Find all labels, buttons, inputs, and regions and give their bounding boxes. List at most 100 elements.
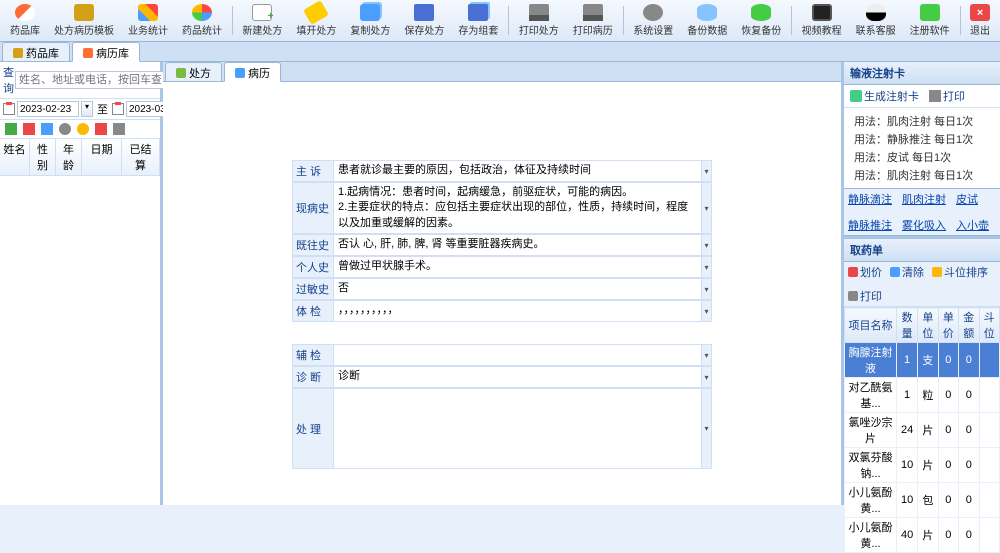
tool-restore[interactable]: 恢复备份 <box>735 2 787 39</box>
field-past-value[interactable]: 否认 心, 肝, 肺, 脾, 肾 等重要脏器疾病史。 <box>334 234 702 255</box>
search-input[interactable] <box>15 71 165 89</box>
main-toolbar: 药品库处方病历模板业务统计药品统计新建处方填开处方复制处方保存处方存为组套打印处… <box>0 0 1000 42</box>
usage-line: 用法：皮试 每日1次 <box>848 148 996 166</box>
order-row[interactable]: 对乙酰氨基...1粒00 <box>845 378 1000 413</box>
search-label: 查询 <box>3 64 14 96</box>
tool-exit-icon <box>970 4 990 21</box>
tool-drug-lib[interactable]: 药品库 <box>4 2 46 39</box>
center-panel: 处方 病历 主 诉患者就诊最主要的原因，包括政治，体征及持续时间▾现病史1.起病… <box>163 62 841 505</box>
calendar-icon <box>3 103 15 115</box>
field-aux-value[interactable] <box>334 344 702 365</box>
order-row[interactable]: 小儿氨酚黄...40片00 <box>845 518 1000 553</box>
field-diag-value[interactable]: 诊断 <box>334 366 702 387</box>
injection-card-body: 用法：肌肉注射 每日1次用法：静脉推注 每日1次用法：皮试 每日1次用法：肌肉注… <box>844 108 1000 188</box>
inj-tab[interactable]: 皮试 <box>956 191 978 207</box>
field-exam-dropdown[interactable]: ▾ <box>702 300 712 321</box>
tab-record-lib[interactable]: 病历库 <box>72 42 140 62</box>
gen-card-button[interactable]: 生成注射卡 <box>850 88 919 104</box>
new-icon[interactable] <box>5 123 17 135</box>
usage-line: 用法：肌肉注射 每日1次 <box>848 112 996 130</box>
left-tab-bar: 药品库 病历库 <box>0 42 1000 62</box>
field-present-value[interactable]: 1.起病情况：患者时间，起病缓急，前驱症状，可能的病因。 2.主要症状的特点：应… <box>334 182 702 233</box>
left-mini-toolbar <box>0 120 160 139</box>
field-exam-value[interactable]: ，，，，，，，，，， <box>334 300 702 321</box>
refresh-icon[interactable] <box>59 123 71 135</box>
tool-copy-rx-icon <box>360 4 380 21</box>
field-aux-label: 辅 检 <box>292 344 334 365</box>
find-icon[interactable] <box>77 123 89 135</box>
inj-tab[interactable]: 肌肉注射 <box>902 191 946 207</box>
tool-drug-lib-icon <box>15 4 35 21</box>
tool-new-rx[interactable]: 新建处方 <box>236 2 288 39</box>
tab-drug-lib[interactable]: 药品库 <box>2 42 70 61</box>
field-present-dropdown[interactable]: ▾ <box>702 182 712 233</box>
date-from-dd[interactable]: ▾ <box>81 101 93 117</box>
field-personal-label: 个人史 <box>292 256 334 277</box>
tool-exit[interactable]: 退出 <box>964 2 996 39</box>
field-allergy-value[interactable]: 否 <box>334 278 702 299</box>
tool-save-set[interactable]: 存为组套 <box>452 2 504 39</box>
patient-grid-body[interactable] <box>0 176 160 505</box>
order-row[interactable]: 胸腺注射液1支00 <box>845 343 1000 378</box>
inj-tab[interactable]: 雾化吸入 <box>902 217 946 233</box>
tool-copy-rx[interactable]: 复制处方 <box>344 2 396 39</box>
tool-settings[interactable]: 系统设置 <box>627 2 679 39</box>
tool-support[interactable]: 联系客服 <box>850 2 902 39</box>
tool-settings-icon <box>643 4 663 21</box>
calendar-icon <box>112 103 124 115</box>
field-personal-value[interactable]: 曾做过甲状腺手术。 <box>334 256 702 277</box>
field-diag: 诊 断诊断▾ <box>292 366 712 388</box>
tool-backup-icon <box>697 4 717 21</box>
order-row[interactable]: 小儿氨酚黄...10包00 <box>845 483 1000 518</box>
inj-tab[interactable]: 静脉推注 <box>848 217 892 233</box>
tool-biz-stats[interactable]: 业务统计 <box>122 2 174 39</box>
order-row[interactable]: 氯唑沙宗片24片00 <box>845 413 1000 448</box>
tab-history[interactable]: 病历 <box>224 62 281 82</box>
print-card-button[interactable]: 打印 <box>929 88 965 104</box>
date-from-input[interactable] <box>17 101 79 117</box>
order-sort-button[interactable]: 斗位排序 <box>932 264 988 280</box>
tool-register-icon <box>920 4 940 21</box>
field-past-label: 既往史 <box>292 234 334 255</box>
field-chief-value[interactable]: 患者就诊最主要的原因，包括政治，体征及持续时间 <box>334 160 702 181</box>
order-table: 项目名称 数量 单位 单价 金额 斗位 胸腺注射液1支00对乙酰氨基...1粒0… <box>844 307 1000 553</box>
field-allergy-dropdown[interactable]: ▾ <box>702 278 712 299</box>
field-exam: 体 检，，，，，，，，，，▾ <box>292 300 712 322</box>
tool-restore-icon <box>751 4 771 21</box>
field-aux-dropdown[interactable]: ▾ <box>702 344 712 365</box>
field-personal-dropdown[interactable]: ▾ <box>702 256 712 277</box>
left-panel: 查询 × ▾ 至 ▾ 姓名 性别 年龄 日期 已结算 <box>0 62 163 505</box>
tool-rx-template[interactable]: 处方病历模板 <box>48 2 120 39</box>
order-row[interactable]: 双氯芬酸钠...10片00 <box>845 448 1000 483</box>
injection-card-title: 输液注射卡 <box>844 62 1000 85</box>
tool-print-record[interactable]: 打印病历 <box>567 2 619 39</box>
order-price-button[interactable]: 划价 <box>848 264 882 280</box>
delete-icon[interactable] <box>23 123 35 135</box>
edit-icon[interactable] <box>41 123 53 135</box>
field-treat-value[interactable] <box>334 388 702 468</box>
tool-video[interactable]: 视频教程 <box>796 2 848 39</box>
remove-icon[interactable] <box>95 123 107 135</box>
order-print-button[interactable]: 打印 <box>848 288 882 304</box>
field-treat: 处 理▾ <box>292 388 712 469</box>
tool-fill-rx[interactable]: 填开处方 <box>290 2 342 39</box>
tool-backup[interactable]: 备份数据 <box>681 2 733 39</box>
tool-save-rx-icon <box>414 4 434 21</box>
print-icon[interactable] <box>113 123 125 135</box>
field-past-dropdown[interactable]: ▾ <box>702 234 712 255</box>
field-chief-dropdown[interactable]: ▾ <box>702 160 712 181</box>
field-aux: 辅 检 ▾ <box>292 344 712 366</box>
inj-tab[interactable]: 入小壶 <box>956 217 989 233</box>
tool-biz-stats-icon <box>138 4 158 21</box>
field-allergy: 过敏史否▾ <box>292 278 712 300</box>
tool-save-rx[interactable]: 保存处方 <box>398 2 450 39</box>
tool-print-rx[interactable]: 打印处方 <box>513 2 565 39</box>
field-treat-dropdown[interactable]: ▾ <box>702 388 712 468</box>
field-diag-dropdown[interactable]: ▾ <box>702 366 712 387</box>
tab-prescription[interactable]: 处方 <box>165 62 222 81</box>
usage-line: 用法：静脉推注 每日1次 <box>848 130 996 148</box>
order-clear-button[interactable]: 清除 <box>890 264 924 280</box>
tool-drug-stats[interactable]: 药品统计 <box>176 2 228 39</box>
inj-tab[interactable]: 静脉滴注 <box>848 191 892 207</box>
tool-register[interactable]: 注册软件 <box>904 2 956 39</box>
